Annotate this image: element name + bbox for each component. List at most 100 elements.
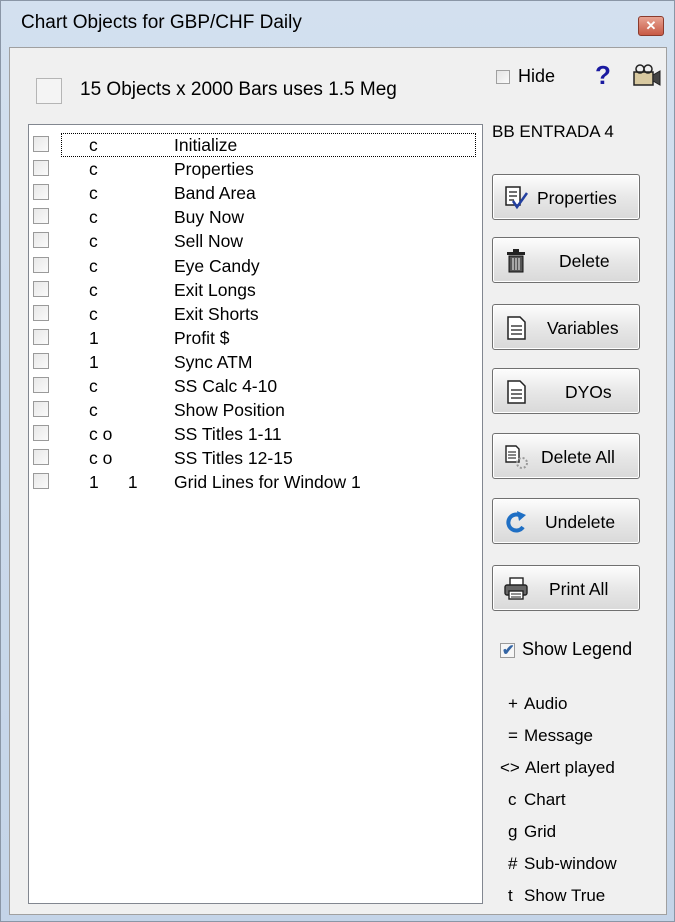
legend-symbol: = (508, 726, 518, 745)
object-name: Profit $ (174, 327, 230, 348)
legend-symbol: <> (500, 758, 520, 777)
legend-label: Grid (524, 822, 557, 841)
object-code: 1 1 (89, 472, 138, 493)
undelete-button[interactable]: Undelete (492, 498, 640, 544)
object-code: c (89, 279, 98, 300)
title-bar[interactable]: Chart Objects for GBP/CHF Daily ✕ (1, 1, 674, 45)
legend-label: Show True (524, 886, 606, 905)
hide-checkbox[interactable] (496, 70, 510, 84)
object-code: c (89, 231, 98, 252)
properties-icon (505, 186, 529, 210)
trash-icon (507, 249, 525, 273)
object-code: 1 (89, 327, 99, 348)
print-all-button[interactable]: Print All (492, 565, 640, 611)
dialog-body: 15 Objects x 2000 Bars uses 1.5 Meg c Ini… (9, 47, 667, 915)
legend-label: Alert played (525, 758, 615, 777)
object-code: c (89, 159, 98, 180)
check-icon: ✔ (502, 642, 515, 659)
object-code: 1 (89, 351, 99, 372)
legend-label: Chart (524, 790, 566, 809)
object-name: Eye Candy (174, 255, 260, 276)
object-name: Exit Shorts (174, 303, 259, 324)
printer-icon (504, 577, 528, 600)
row-checkbox[interactable] (33, 425, 49, 442)
variables-label: Variables (547, 318, 619, 338)
object-code: c (89, 376, 98, 396)
selected-object-name: BB ENTRADA 4 (492, 122, 614, 141)
legend-symbol: # (508, 854, 518, 873)
properties-button[interactable]: Properties (492, 174, 640, 220)
object-code: c (89, 400, 98, 421)
row-checkbox[interactable] (33, 208, 49, 225)
row-checkbox[interactable] (33, 328, 49, 345)
document-icon (507, 380, 526, 404)
dyos-label: DYOs (565, 382, 612, 402)
close-button[interactable]: ✕ (638, 16, 664, 36)
chart-objects-window: Chart Objects for GBP/CHF Daily ✕ 15 Obj… (0, 0, 675, 922)
list-item[interactable]: 1 1 Grid Lines for Window 1 (29, 470, 482, 494)
delete-button[interactable]: Delete (492, 237, 640, 283)
list-item[interactable]: c Sell Now (29, 229, 482, 253)
document-icon (507, 316, 526, 340)
hide-label: Hide (518, 66, 556, 86)
undelete-label: Undelete (545, 512, 616, 532)
object-code: c o (89, 448, 113, 469)
object-name: SS Titles 1-11 (174, 424, 282, 445)
list-item[interactable]: c Buy Now (29, 205, 482, 229)
objects-list[interactable]: c Initialize c Properties c Band Area c Buy Now… (28, 124, 483, 904)
object-code: c (89, 207, 98, 228)
list-item[interactable]: 1 Profit $ (29, 326, 482, 350)
list-item[interactable]: c o SS Titles 12-15 (29, 446, 482, 470)
delete-label: Delete (559, 251, 610, 271)
object-name: Sell Now (174, 231, 244, 252)
object-code: c (89, 183, 98, 204)
help-icon[interactable]: ? (591, 60, 615, 90)
row-checkbox[interactable] (33, 473, 49, 490)
list-item[interactable]: c Exit Shorts (29, 302, 482, 326)
row-checkbox[interactable] (33, 377, 49, 393)
list-item[interactable]: c Properties (29, 157, 482, 181)
object-name: Band Area (174, 183, 256, 204)
row-checkbox[interactable] (33, 352, 49, 369)
memory-summary: 15 Objects x 2000 Bars uses 1.5 Meg (80, 79, 397, 100)
color-swatch[interactable] (36, 78, 62, 104)
delete-all-button[interactable]: Delete All (492, 433, 640, 479)
delete-all-label: Delete All (541, 447, 615, 467)
row-checkbox[interactable] (33, 256, 49, 273)
dyos-button[interactable]: DYOs (492, 368, 640, 414)
legend-symbol: g (508, 822, 518, 841)
row-checkbox[interactable] (33, 304, 49, 321)
window-title: Chart Objects for GBP/CHF Daily (21, 12, 302, 33)
legend-symbol: c (508, 790, 517, 809)
object-name: Exit Longs (174, 279, 256, 300)
object-name: Properties (174, 159, 254, 180)
list-item[interactable]: c Eye Candy (29, 254, 482, 278)
object-code: c (89, 303, 98, 324)
undo-arrow-icon (506, 511, 526, 533)
object-code: c (89, 255, 98, 276)
list-item[interactable]: c SS Calc 4-10 (29, 374, 482, 398)
show-legend-checkbox[interactable]: ✔ (500, 642, 515, 659)
list-item[interactable]: c Show Position (29, 398, 482, 422)
properties-label: Properties (537, 188, 617, 208)
object-name: Grid Lines for Window 1 (174, 472, 361, 493)
row-checkbox[interactable] (33, 160, 49, 177)
row-checkbox[interactable] (33, 449, 49, 466)
list-item[interactable]: c Initialize (29, 133, 482, 157)
list-item[interactable]: 1 Sync ATM (29, 350, 482, 374)
row-checkbox[interactable] (33, 136, 49, 152)
legend-label: Audio (524, 694, 568, 713)
row-checkbox[interactable] (33, 280, 49, 297)
object-name: Buy Now (174, 207, 245, 228)
legend-label: Sub-window (524, 854, 617, 873)
list-item[interactable]: c Exit Longs (29, 278, 482, 302)
list-item[interactable]: c Band Area (29, 181, 482, 205)
show-legend-label: Show Legend (522, 639, 633, 659)
row-checkbox[interactable] (33, 232, 49, 249)
list-item[interactable]: c o SS Titles 1-11 (29, 422, 482, 446)
object-name: Show Position (174, 400, 285, 421)
row-checkbox[interactable] (33, 184, 49, 201)
row-checkbox[interactable] (33, 401, 49, 418)
camera-icon[interactable] (632, 64, 662, 88)
variables-button[interactable]: Variables (492, 304, 640, 350)
